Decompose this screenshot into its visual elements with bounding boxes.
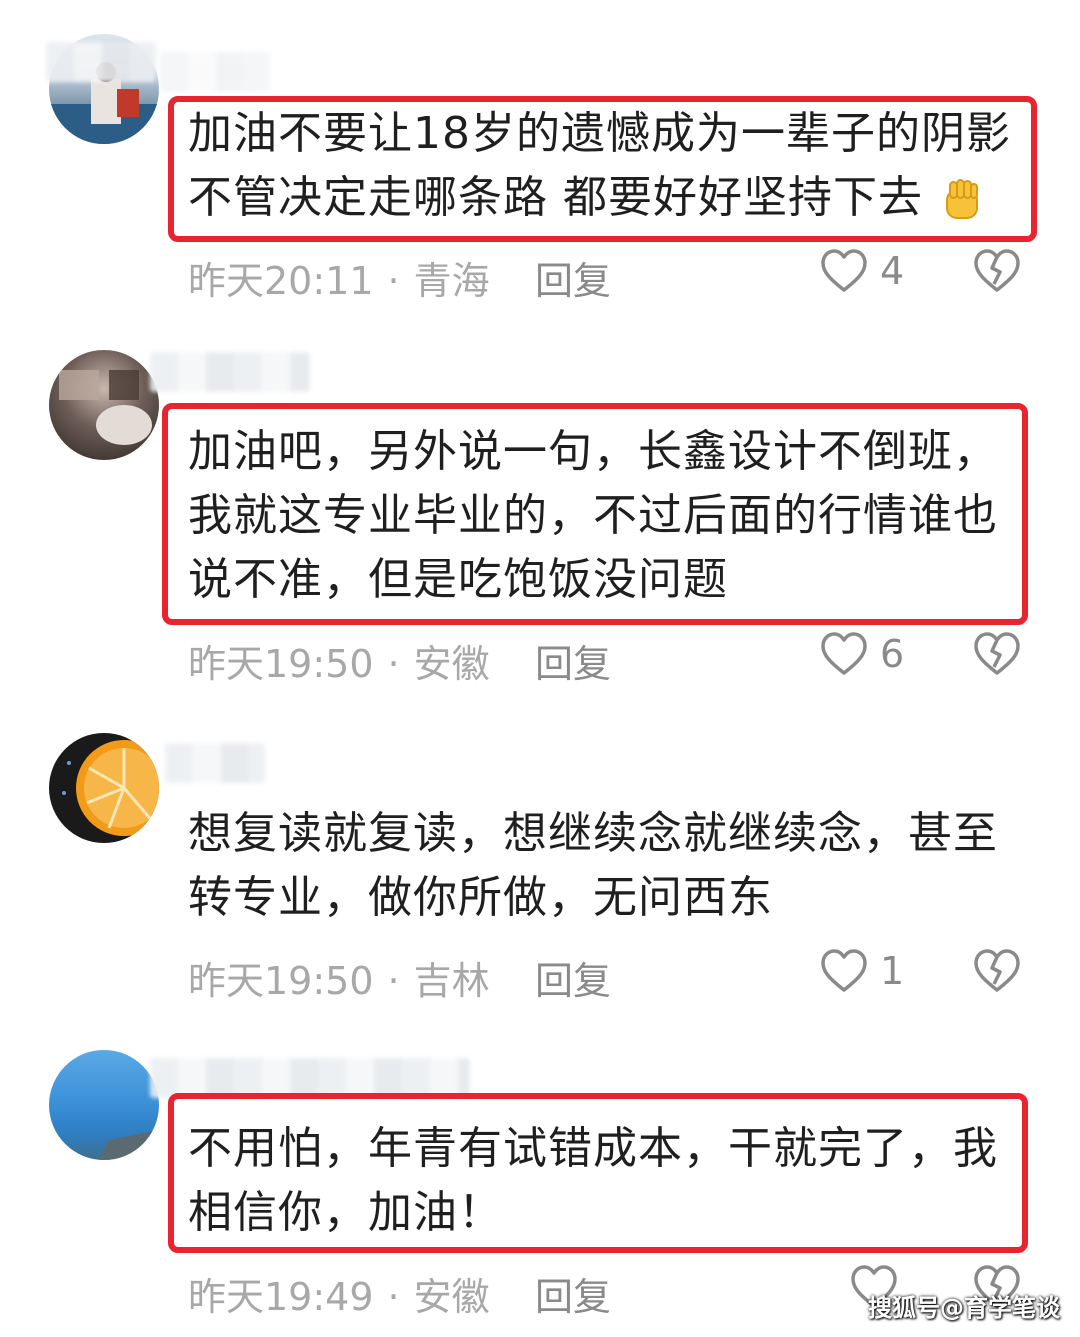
- like-count: 4: [880, 249, 905, 293]
- avatar[interactable]: [49, 1050, 159, 1160]
- separator: ·: [387, 1275, 400, 1319]
- comment-line: 相信你，加油！: [188, 1187, 503, 1238]
- broken-heart-icon: [974, 949, 1020, 992]
- comment-line: 说不准，但是吃饱饭没问题: [188, 554, 728, 605]
- separator: ·: [387, 642, 400, 686]
- comment-meta: 昨天20:11 · 青海: [188, 250, 490, 305]
- username-blurred[interactable]: [150, 1058, 470, 1098]
- reply-button[interactable]: 回复: [535, 1266, 611, 1321]
- separator: ·: [387, 259, 400, 303]
- comment-text: 加油吧，另外说一句，长鑫设计不倒班， 我就这专业毕业的，不过后面的行情谁也 说不…: [188, 420, 1018, 612]
- comment-line: 不用怕，年青有试错成本，干就完了，我: [188, 1123, 998, 1174]
- timestamp: 昨天19:49: [188, 1275, 374, 1319]
- dislike-button[interactable]: [972, 948, 1022, 998]
- comment-line: 转专业，做你所做，无问西东: [188, 872, 773, 923]
- username-blurred[interactable]: [46, 42, 156, 82]
- like-button[interactable]: 4: [820, 248, 904, 294]
- heart-outline-icon: [821, 249, 867, 292]
- timestamp: 昨天20:11: [188, 259, 374, 303]
- reply-button[interactable]: 回复: [535, 950, 611, 1005]
- avatar-image: [59, 370, 152, 445]
- heart-outline-icon: [821, 949, 867, 992]
- comment-line: 加油不要让18岁的遗憾成为一辈子的阴影: [188, 108, 1011, 159]
- separator: ·: [387, 959, 400, 1003]
- like-count: 1: [880, 949, 905, 993]
- avatar[interactable]: [49, 733, 159, 843]
- username-blurred: [160, 52, 270, 92]
- timestamp: 昨天19:50: [188, 959, 374, 1003]
- comment-line: 想复读就复读，想继续念就继续念，甚至: [188, 808, 998, 859]
- comment-text: 加油不要让18岁的遗憾成为一辈子的阴影 不管决定走哪条路 都要好好坚持下去: [188, 102, 1018, 230]
- username-blurred[interactable]: [150, 352, 310, 392]
- location: 青海: [413, 259, 490, 303]
- username-blurred[interactable]: [165, 743, 265, 783]
- location: 安徽: [413, 1275, 490, 1319]
- location: 安徽: [413, 642, 490, 686]
- location: 吉林: [413, 959, 490, 1003]
- avatar-image: [99, 1130, 159, 1160]
- timestamp: 昨天19:50: [188, 642, 374, 686]
- comment-meta: 昨天19:50 · 吉林: [188, 950, 490, 1005]
- comment-line: 加油吧，另外说一句，长鑫设计不倒班，: [188, 426, 998, 477]
- comment-text: 不用怕，年青有试错成本，干就完了，我 相信你，加油！: [188, 1117, 1018, 1245]
- heart-outline-icon: [821, 632, 867, 675]
- like-button[interactable]: 6: [820, 631, 904, 677]
- reply-button[interactable]: 回复: [535, 250, 611, 305]
- like-button[interactable]: 1: [820, 948, 904, 994]
- watermark: 搜狐号@育学笔谈: [868, 1294, 1060, 1322]
- reply-button[interactable]: 回复: [535, 633, 611, 688]
- avatar-image: [62, 740, 159, 836]
- like-count: 6: [880, 632, 905, 676]
- comment-meta: 昨天19:49 · 安徽: [188, 1266, 490, 1321]
- comment-line: 不管决定走哪条路 都要好好坚持下去: [188, 166, 1018, 230]
- comment-text: 想复读就复读，想继续念就继续念，甚至 转专业，做你所做，无问西东: [188, 802, 1018, 930]
- dislike-button[interactable]: [972, 631, 1022, 681]
- raised-fist-emoji: [946, 179, 978, 219]
- comment-meta: 昨天19:50 · 安徽: [188, 633, 490, 688]
- dislike-button[interactable]: [972, 248, 1022, 298]
- avatar[interactable]: [49, 350, 159, 460]
- broken-heart-icon: [974, 249, 1020, 292]
- broken-heart-icon: [974, 632, 1020, 675]
- comment-line: 我就这专业毕业的，不过后面的行情谁也: [188, 490, 998, 541]
